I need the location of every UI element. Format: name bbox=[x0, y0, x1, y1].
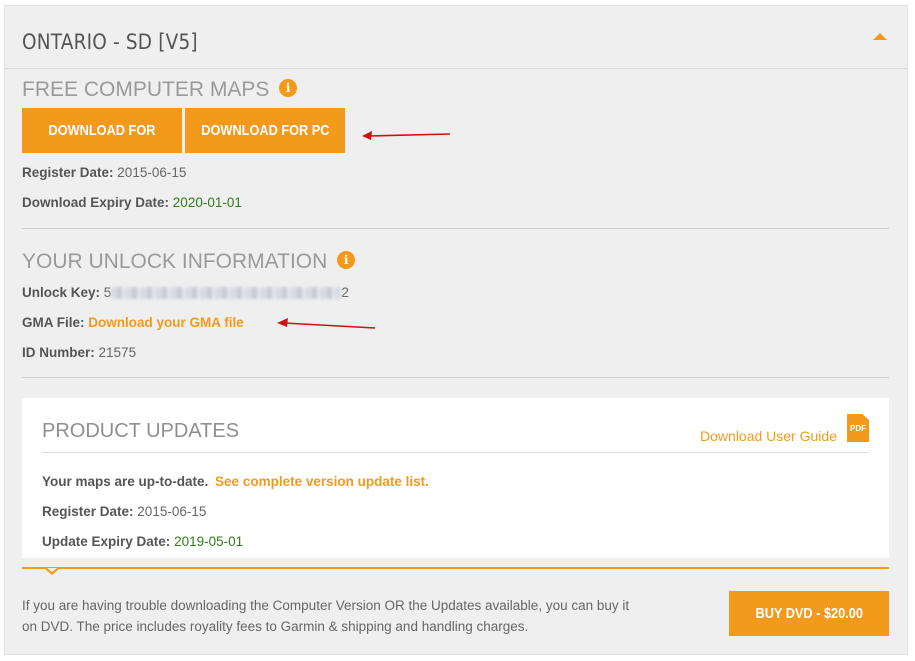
red-arrow-annotation bbox=[277, 131, 451, 329]
arrow-line-gma bbox=[283, 322, 376, 329]
arrow-line-pc bbox=[367, 133, 451, 137]
arrow-head-pc bbox=[362, 131, 372, 140]
arrow-head-gma bbox=[277, 318, 288, 327]
